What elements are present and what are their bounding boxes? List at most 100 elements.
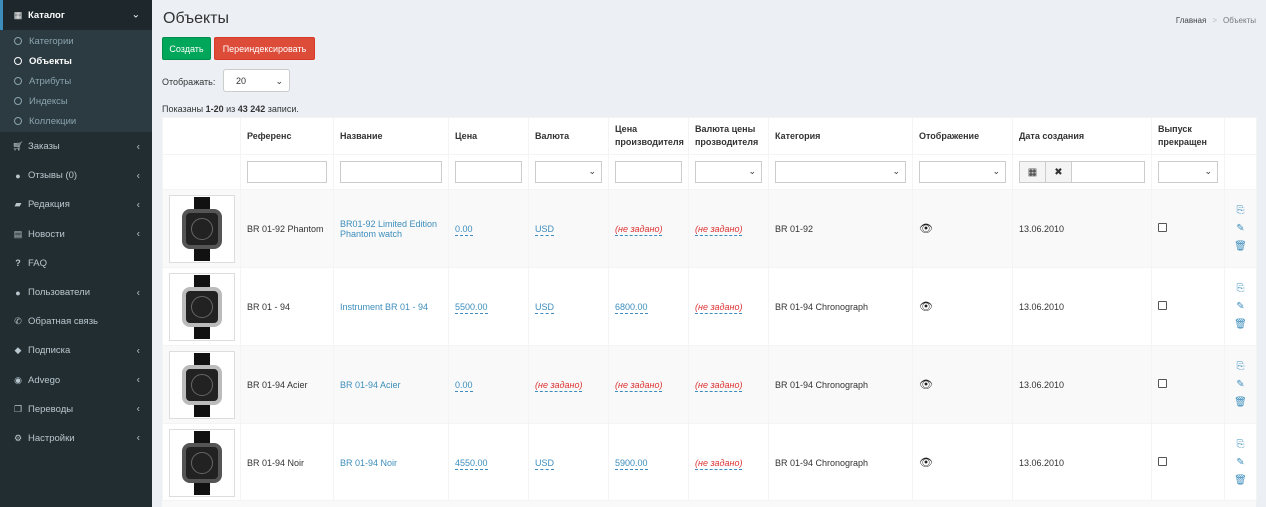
date-filter-input[interactable] bbox=[1072, 162, 1144, 182]
manufacturer-currency-editable[interactable]: (не задано) bbox=[695, 457, 743, 470]
eye-icon[interactable]: 👁︎ bbox=[919, 379, 933, 391]
column-header-manufacturer-currency[interactable]: Валюта цены прозводителя bbox=[688, 117, 769, 155]
column-header-discontinued[interactable]: Выпуск прекращен bbox=[1151, 117, 1225, 155]
price-editable[interactable]: 0.00 bbox=[455, 379, 473, 392]
close-icon[interactable]: ✖ bbox=[1046, 162, 1072, 182]
page-size-select[interactable]: 20 ⌄ bbox=[223, 69, 290, 92]
calendar-icon[interactable]: ▦ bbox=[1020, 162, 1046, 182]
currency-editable[interactable]: (не задано) bbox=[535, 379, 583, 392]
column-header-currency[interactable]: Валюта bbox=[528, 117, 609, 155]
sidebar-item-editorial[interactable]: ▰ Редакция ‹ bbox=[0, 190, 152, 219]
sidebar-item-subscription[interactable]: ◆ Подписка ‹ bbox=[0, 336, 152, 365]
discontinued-checkbox[interactable] bbox=[1158, 457, 1167, 466]
discontinued-checkbox[interactable] bbox=[1158, 379, 1167, 388]
manufacturer-currency-editable[interactable]: (не задано) bbox=[695, 379, 743, 392]
product-thumbnail[interactable] bbox=[169, 272, 235, 341]
column-header-manufacturer-price[interactable]: Цена производителя bbox=[608, 117, 689, 155]
category-cell: BR 01-94 Chronograph bbox=[768, 423, 913, 502]
manufacturer-price-editable[interactable]: (не задано) bbox=[615, 223, 663, 236]
sidebar-item-news[interactable]: ▤ Новости ‹ bbox=[0, 220, 152, 249]
sidebar-item-faq[interactable]: ? FAQ bbox=[0, 249, 152, 278]
submenu-item-categories[interactable]: Категории bbox=[0, 31, 152, 51]
manufacturer-currency-filter-select[interactable]: ⌄ bbox=[695, 161, 762, 183]
column-header-display[interactable]: Отображение bbox=[912, 117, 1013, 155]
price-cell: 0.00 bbox=[448, 189, 529, 268]
copy-icon[interactable]: ⎘ bbox=[1237, 283, 1245, 294]
column-header-price[interactable]: Цена bbox=[448, 117, 529, 155]
price-filter-input[interactable] bbox=[455, 161, 522, 183]
discontinued-checkbox[interactable] bbox=[1158, 301, 1167, 310]
currency-editable[interactable]: USD bbox=[535, 223, 555, 236]
submenu-item-objects[interactable]: Объекты bbox=[0, 51, 152, 71]
actions-cell: ⎘ ✎ 🗑︎ bbox=[1224, 189, 1257, 268]
reindex-button[interactable]: Переиндексировать bbox=[214, 37, 315, 60]
product-thumbnail[interactable] bbox=[169, 194, 235, 263]
page-size-value: 20 bbox=[236, 75, 247, 86]
chevron-left-icon: ‹ bbox=[136, 403, 140, 415]
column-header-created-date[interactable]: Дата создания bbox=[1012, 117, 1152, 155]
product-name-link[interactable]: Instrument BR 01 - 94 bbox=[340, 302, 428, 312]
product-thumbnail[interactable] bbox=[169, 350, 235, 419]
sidebar-item-catalog[interactable]: ▦ Каталог ⌄ bbox=[0, 0, 152, 30]
manufacturer-price-editable[interactable]: (не задано) bbox=[615, 379, 663, 392]
currency-editable[interactable]: USD bbox=[535, 457, 555, 470]
category-filter-select[interactable]: ⌄ bbox=[775, 161, 906, 183]
discontinued-filter-select[interactable]: ⌄ bbox=[1158, 161, 1218, 183]
price-editable[interactable]: 0.00 bbox=[455, 223, 473, 236]
submenu-item-indexes[interactable]: Индексы bbox=[0, 91, 152, 111]
breadcrumb-home[interactable]: Главная bbox=[1176, 16, 1206, 25]
name-cell: BR 01-94 Noir bbox=[333, 423, 449, 502]
pencil-icon[interactable]: ✎ bbox=[1236, 223, 1244, 234]
trash-icon[interactable]: 🗑︎ bbox=[1234, 319, 1247, 330]
sidebar-item-feedback[interactable]: ✆ Обратная связь bbox=[0, 307, 152, 336]
product-name-link[interactable]: BR 01-94 Acier bbox=[340, 380, 401, 390]
column-header-name[interactable]: Название bbox=[333, 117, 449, 155]
discontinued-checkbox[interactable] bbox=[1158, 223, 1167, 232]
eye-icon[interactable]: 👁︎ bbox=[919, 301, 933, 313]
sidebar-item-reviews[interactable]: ● Отзывы (0) ‹ bbox=[0, 161, 152, 190]
eye-icon[interactable]: 👁︎ bbox=[919, 457, 933, 469]
chevron-left-icon: ‹ bbox=[136, 228, 140, 240]
submenu-item-collections[interactable]: Коллекции bbox=[0, 111, 152, 131]
name-cell: BR 01-94 Acier bbox=[333, 345, 449, 424]
sidebar-item-orders[interactable]: 🛒︎ Заказы ‹ bbox=[0, 132, 152, 161]
product-name-link[interactable]: BR 01-94 Noir bbox=[340, 458, 397, 468]
sidebar-item-users[interactable]: ● Пользователи ‹ bbox=[0, 278, 152, 307]
trash-icon[interactable]: 🗑︎ bbox=[1234, 397, 1247, 408]
sidebar-item-label: Переводы bbox=[28, 403, 74, 415]
trash-icon[interactable]: 🗑︎ bbox=[1234, 475, 1247, 486]
price-editable[interactable]: 5500.00 bbox=[455, 301, 488, 314]
manufacturer-price-editable[interactable]: 6800.00 bbox=[615, 301, 648, 314]
copy-icon[interactable]: ⎘ bbox=[1237, 205, 1245, 216]
manufacturer-currency-editable[interactable]: (не задано) bbox=[695, 301, 743, 314]
price-editable[interactable]: 4550.00 bbox=[455, 457, 488, 470]
filter-cell bbox=[333, 154, 449, 190]
column-header-category[interactable]: Категория bbox=[768, 117, 913, 155]
manufacturer-currency-editable[interactable]: (не задано) bbox=[695, 223, 743, 236]
display-filter-select[interactable]: ⌄ bbox=[919, 161, 1006, 183]
filter-cell bbox=[448, 154, 529, 190]
trash-icon[interactable]: 🗑︎ bbox=[1234, 241, 1247, 252]
reference-filter-input[interactable] bbox=[247, 161, 327, 183]
filter-cell bbox=[608, 154, 689, 190]
currency-editable[interactable]: USD bbox=[535, 301, 555, 314]
pencil-icon[interactable]: ✎ bbox=[1236, 379, 1244, 390]
create-button[interactable]: Создать bbox=[162, 37, 211, 60]
manufacturer-price-filter-input[interactable] bbox=[615, 161, 682, 183]
pencil-icon[interactable]: ✎ bbox=[1236, 457, 1244, 468]
product-thumbnail[interactable] bbox=[169, 428, 235, 497]
currency-cell: USD bbox=[528, 267, 609, 346]
name-filter-input[interactable] bbox=[340, 161, 442, 183]
sidebar-item-translations[interactable]: ❐ Переводы ‹ bbox=[0, 395, 152, 424]
sidebar-item-advego[interactable]: ◉ Advego ‹ bbox=[0, 366, 152, 395]
sidebar-item-settings[interactable]: ⚙ Настройки ‹ bbox=[0, 424, 152, 453]
eye-icon[interactable]: 👁︎ bbox=[919, 223, 933, 235]
manufacturer-price-editable[interactable]: 5900.00 bbox=[615, 457, 648, 470]
currency-filter-select[interactable]: ⌄ bbox=[535, 161, 602, 183]
column-header-reference[interactable]: Референс bbox=[240, 117, 334, 155]
pencil-icon[interactable]: ✎ bbox=[1236, 301, 1244, 312]
product-name-link[interactable]: BR01-92 Limited Edition Phantom watch bbox=[340, 219, 437, 239]
copy-icon[interactable]: ⎘ bbox=[1237, 439, 1245, 450]
copy-icon[interactable]: ⎘ bbox=[1237, 361, 1245, 372]
submenu-item-attributes[interactable]: Атрибуты bbox=[0, 71, 152, 91]
